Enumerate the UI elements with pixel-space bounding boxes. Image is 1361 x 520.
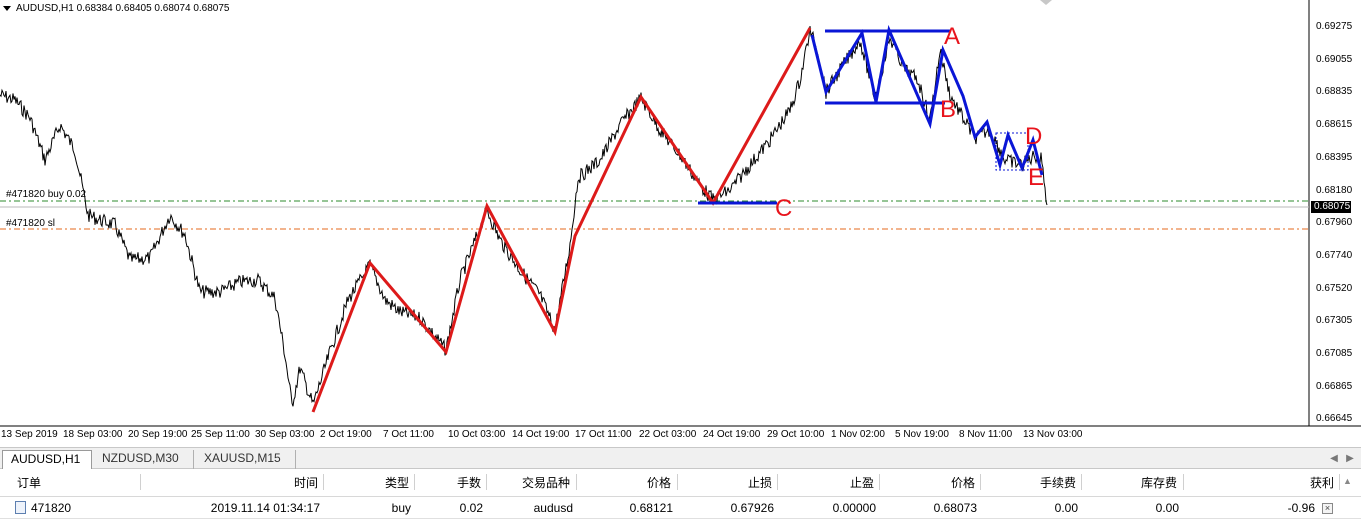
header-order[interactable]: 订单 — [17, 470, 41, 496]
header-open-price[interactable]: 价格 — [580, 470, 671, 496]
time-tick-label: 25 Sep 11:00 — [191, 429, 250, 440]
price-chart[interactable]: AUDUSD,H1 0.68384 0.68405 0.68074 0.6807… — [0, 0, 1361, 446]
row-take-profit[interactable]: 0.00000 — [780, 497, 876, 518]
time-tick-label: 2 Oct 19:00 — [320, 429, 372, 440]
header-commission[interactable]: 手续费 — [982, 470, 1076, 496]
price-tick-label: 0.67960 — [1316, 217, 1353, 229]
tabs-scroll-left-icon[interactable]: ◀ — [1327, 452, 1341, 466]
time-tick-label: 14 Oct 19:00 — [512, 429, 570, 440]
price-tick-label: 0.67085 — [1316, 348, 1353, 359]
price-tick-label: 0.68835 — [1316, 86, 1353, 98]
order-document-icon — [15, 501, 26, 515]
header-time[interactable]: 时间 — [150, 470, 318, 496]
price-tick-label: 0.67740 — [1316, 249, 1353, 261]
time-tick-label: 17 Oct 11:00 — [575, 429, 632, 440]
row-order-id: 471820 — [31, 501, 72, 515]
time-tick-label: 7 Oct 11:00 — [383, 429, 434, 440]
header-lots[interactable]: 手数 — [420, 470, 481, 496]
time-tick-label: 5 Nov 19:00 — [895, 429, 949, 440]
symbol-header-text: AUDUSD,H1 0.68384 0.68405 0.68074 0.6807… — [16, 3, 230, 14]
terminal-header-row: 订单 时间 类型 手数 交易品种 价格 止损 止盈 价格 手续费 库存费 获利 … — [0, 470, 1361, 497]
price-tick-label: 0.69275 — [1316, 21, 1353, 32]
price-series — [0, 25, 1048, 407]
price-tick-label: 0.68395 — [1316, 151, 1353, 163]
tab-xauusd-m15[interactable]: XAUUSD,M15 — [196, 450, 296, 469]
time-tick-label: 30 Sep 03:00 — [255, 429, 315, 440]
price-tick-label: 0.69055 — [1316, 53, 1353, 65]
time-tick-label: 13 Nov 03:00 — [1023, 429, 1083, 440]
row-open-price: 0.68121 — [629, 501, 673, 515]
price-tick-label: 0.68615 — [1316, 119, 1353, 131]
tabs-scroll-right-icon[interactable]: ▶ — [1343, 452, 1357, 466]
header-stop-loss[interactable]: 止损 — [680, 470, 772, 496]
pattern-letter-b: B — [940, 96, 957, 123]
time-tick-label: 29 Oct 10:00 — [767, 429, 825, 440]
row-stop-loss[interactable]: 0.67926 — [680, 497, 774, 518]
price-tick-label: 0.68180 — [1316, 184, 1353, 196]
header-take-profit[interactable]: 止盈 — [780, 470, 874, 496]
terminal-trade-panel: 订单 时间 类型 手数 交易品种 价格 止损 止盈 价格 手续费 库存费 获利 … — [0, 470, 1361, 520]
row-current-price: 0.68073 — [933, 501, 977, 515]
header-swap[interactable]: 库存费 — [1083, 470, 1177, 496]
pattern-letter-a: A — [944, 23, 961, 50]
price-tick-label: 0.67305 — [1316, 315, 1353, 327]
header-type[interactable]: 类型 — [330, 470, 409, 496]
time-tick-label: 22 Oct 03:00 — [639, 429, 697, 440]
symbol-header: AUDUSD,H1 0.68384 0.68405 0.68074 0.6807… — [3, 3, 230, 14]
time-tick-label: 13 Sep 2019 — [1, 429, 58, 440]
price-tick-label: 0.67520 — [1316, 282, 1353, 294]
header-symbol[interactable]: 交易品种 — [490, 470, 570, 496]
time-tick-label: 18 Sep 03:00 — [63, 429, 123, 440]
chart-canvas[interactable] — [0, 0, 1361, 446]
dropdown-triangle-icon[interactable] — [3, 5, 11, 11]
time-tick-label: 10 Oct 03:00 — [448, 429, 506, 440]
row-lots: 0.02 — [459, 501, 483, 515]
pattern-letter-c: C — [775, 195, 793, 222]
row-profit: -0.96 — [1287, 501, 1315, 515]
row-order-cell: 471820 — [15, 497, 71, 518]
header-current-price[interactable]: 价格 — [880, 470, 975, 496]
row-swap: 0.00 — [1155, 501, 1179, 515]
stop-loss-label[interactable]: #471820 sl — [6, 218, 55, 229]
row-symbol: audusd — [533, 501, 573, 515]
table-row[interactable]: 471820 2019.11.14 01:34:17 buy 0.02 audu… — [0, 497, 1361, 519]
pattern-letter-d: D — [1025, 123, 1043, 150]
time-tick-label: 8 Nov 11:00 — [959, 429, 1013, 440]
time-tick-label: 1 Nov 02:00 — [831, 429, 885, 440]
chart-shift-marker — [1040, 0, 1052, 5]
price-tick-label: 0.66865 — [1316, 380, 1353, 392]
tab-nzdusd-m30[interactable]: NZDUSD,M30 — [94, 450, 194, 469]
close-order-icon[interactable]: × — [1322, 503, 1333, 514]
buy-order-label[interactable]: #471820 buy 0.02 — [6, 189, 86, 200]
current-price-label: 0.68075 — [1311, 201, 1351, 213]
tab-audusd-h1[interactable]: AUDUSD,H1 — [2, 450, 92, 469]
row-time: 2019.11.14 01:34:17 — [210, 501, 320, 515]
time-tick-label: 20 Sep 19:00 — [128, 429, 188, 440]
pattern-letter-e: E — [1028, 164, 1045, 191]
time-tick-label: 24 Oct 19:00 — [703, 429, 761, 440]
scroll-up-icon[interactable]: ▲ — [1343, 476, 1352, 486]
row-type: buy — [391, 501, 411, 515]
red-zigzag-trendline — [311, 27, 812, 413]
row-commission: 0.00 — [1054, 501, 1078, 515]
chart-tabs-bar: AUDUSD,H1 NZDUSD,M30 XAUUSD,M15 ◀ ▶ — [0, 447, 1361, 469]
price-tick-label: 0.66645 — [1316, 413, 1353, 425]
header-profit[interactable]: 获利 — [1186, 470, 1334, 496]
